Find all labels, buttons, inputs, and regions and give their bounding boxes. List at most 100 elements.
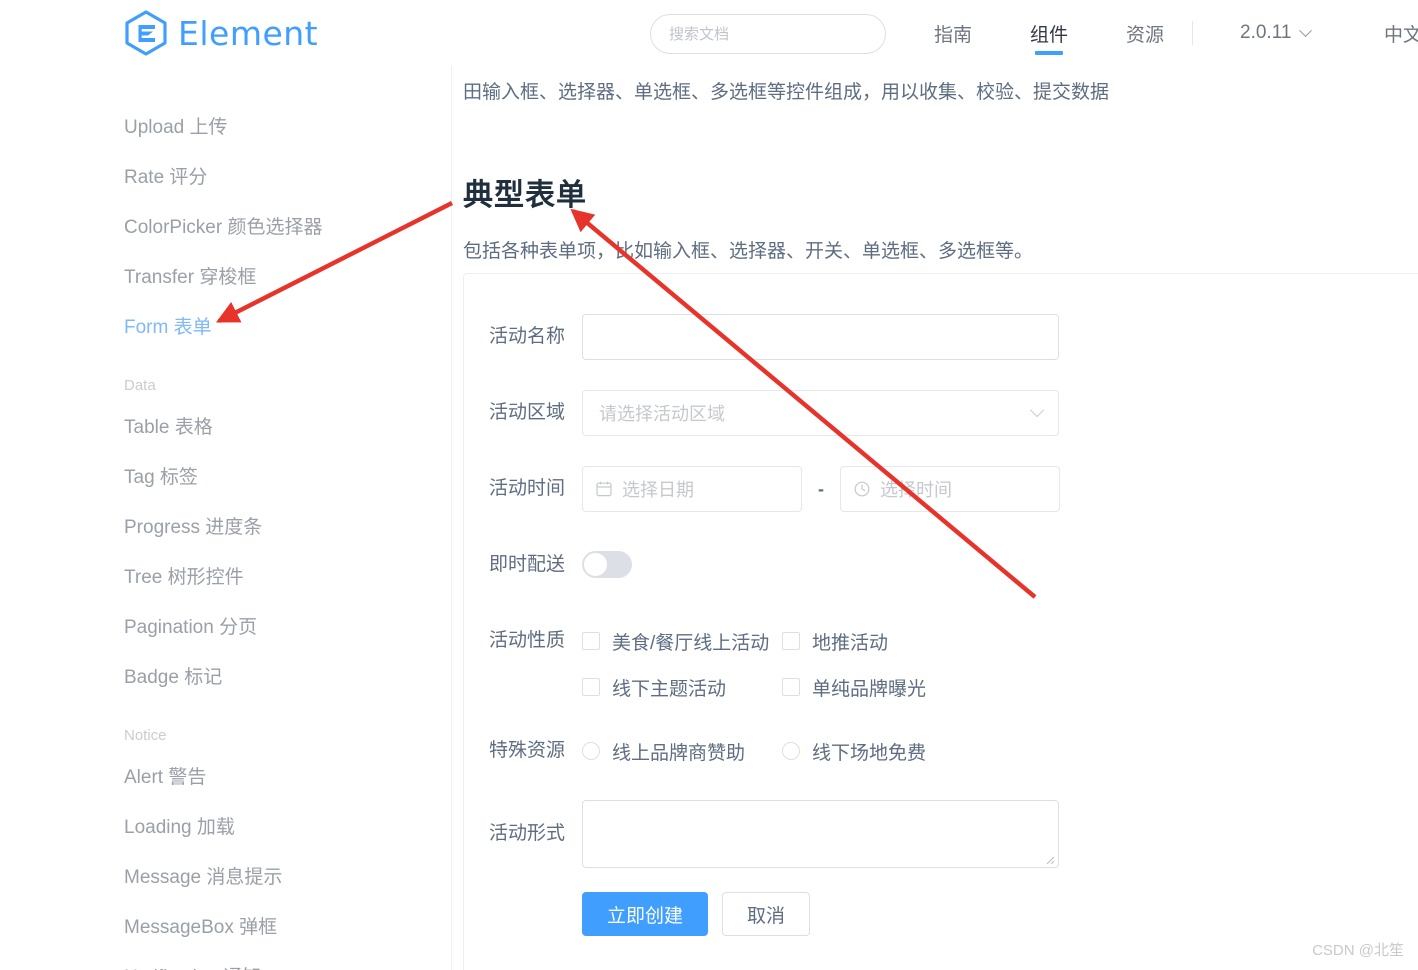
sidebar-item-label: Rate 评分 bbox=[124, 166, 208, 188]
activity-date-placeholder: 选择日期 bbox=[622, 480, 694, 500]
create-button[interactable]: 立即创建 bbox=[582, 892, 709, 936]
cancel-button[interactable]: 取消 bbox=[722, 892, 811, 936]
clock-icon bbox=[854, 481, 870, 497]
activity-time-placeholder: 选择时间 bbox=[880, 480, 952, 500]
sidebar-group-label: Data bbox=[124, 377, 156, 394]
resize-handle-icon[interactable] bbox=[1043, 853, 1055, 865]
activity-date-picker[interactable]: 选择日期 bbox=[582, 466, 802, 512]
sidebar-group-label: Notice bbox=[124, 727, 167, 744]
sidebar-item-tag[interactable]: Tag 标签 bbox=[0, 450, 451, 500]
form-demo-card: 活动名称 活动区域 请选择活动区域 活动时间 选择日期 - 选择时间 即时配送 … bbox=[463, 273, 1418, 970]
checkbox-label: 线下主题活动 bbox=[612, 678, 727, 700]
element-logo[interactable]: Element bbox=[124, 10, 318, 56]
sidebar-item-label: Tree 树形控件 bbox=[124, 566, 244, 588]
sidebar-item-loading[interactable]: Loading 加载 bbox=[0, 800, 451, 850]
checkbox-ground-promo[interactable]: 地推活动 bbox=[782, 628, 982, 655]
form-row-actions: 立即创建 取消 bbox=[464, 892, 1418, 936]
nav-item-components[interactable]: 组件 bbox=[1001, 0, 1097, 66]
sidebar-item-label: MessageBox 弹框 bbox=[124, 916, 278, 938]
section-description: 包括各种表单项，比如输入框、选择器、开关、单选框、多选框等。 bbox=[463, 241, 1034, 262]
checkbox-label: 地推活动 bbox=[812, 632, 889, 654]
form-row-name: 活动名称 bbox=[464, 314, 1418, 360]
checkbox-offline-theme[interactable]: 线下主题活动 bbox=[582, 674, 782, 701]
form-row-desc: 活动形式 bbox=[464, 800, 1418, 868]
form-label-resource: 特殊资源 bbox=[488, 740, 565, 761]
create-button-label: 立即创建 bbox=[607, 905, 684, 927]
sidebar-item-pagination[interactable]: Pagination 分页 bbox=[0, 600, 451, 650]
chevron-down-icon bbox=[1029, 403, 1045, 418]
sidebar-item-messagebox[interactable]: MessageBox 弹框 bbox=[0, 900, 451, 950]
form-label-region: 活动区域 bbox=[488, 402, 565, 423]
sidebar-item-label: Upload 上传 bbox=[124, 116, 228, 138]
sidebar-item-label: Pagination 分页 bbox=[124, 616, 258, 638]
intro-paragraph: 田输入框、选择器、单选框、多选框等控件组成，用以收集、校验、提交数据 bbox=[463, 82, 1110, 103]
checkbox-brand-exposure[interactable]: 单纯品牌曝光 bbox=[782, 674, 982, 701]
sidebar-item-label: Transfer 穿梭框 bbox=[124, 266, 257, 288]
checkbox-food-online[interactable]: 美食/餐厅线上活动 bbox=[582, 628, 782, 655]
sidebar-item-label: Badge 标记 bbox=[124, 666, 223, 688]
checkbox-box-icon bbox=[582, 678, 600, 696]
calendar-icon bbox=[596, 481, 612, 497]
radio-label: 线下场地免费 bbox=[812, 742, 927, 764]
sidebar-item-transfer[interactable]: Transfer 穿梭框 bbox=[0, 250, 451, 300]
form-row-region: 活动区域 请选择活动区域 bbox=[464, 390, 1418, 436]
form-row-delivery: 即时配送 bbox=[464, 542, 1418, 588]
activity-time-picker[interactable]: 选择时间 bbox=[840, 466, 1060, 512]
version-selector[interactable]: 2.0.11 bbox=[1240, 0, 1313, 66]
nav-item-resources[interactable]: 资源 bbox=[1097, 0, 1193, 66]
sidebar-item-label: Notification 通知 bbox=[124, 962, 261, 970]
sidebar-item-progress[interactable]: Progress 进度条 bbox=[0, 500, 451, 550]
form-label-desc: 活动形式 bbox=[488, 823, 565, 844]
version-label: 2.0.11 bbox=[1240, 22, 1292, 43]
form-row-nature: 活动性质 美食/餐厅线上活动 地推活动 线下主题活动 单纯品牌曝光 bbox=[464, 618, 1418, 710]
sidebar-item-label: Message 消息提示 bbox=[124, 866, 283, 888]
sidebar-item-alert[interactable]: Alert 警告 bbox=[0, 750, 451, 800]
form-row-resource: 特殊资源 线上品牌商赞助 线下场地免费 bbox=[464, 728, 1418, 774]
form-label-nature: 活动性质 bbox=[488, 630, 565, 651]
sidebar-item-colorpicker[interactable]: ColorPicker 颜色选择器 bbox=[0, 200, 451, 250]
sidebar-item-table[interactable]: Table 表格 bbox=[0, 400, 451, 450]
activity-region-select[interactable]: 请选择活动区域 bbox=[582, 390, 1059, 436]
range-separator: - bbox=[818, 478, 824, 499]
form-label-time: 活动时间 bbox=[488, 478, 565, 499]
instant-delivery-switch[interactable] bbox=[582, 551, 632, 578]
header-divider bbox=[1192, 21, 1193, 45]
checkbox-box-icon bbox=[782, 632, 800, 650]
radio-online-sponsor[interactable]: 线上品牌商赞助 bbox=[582, 738, 782, 765]
sidebar-item-label: ColorPicker 颜色选择器 bbox=[124, 216, 323, 238]
checkbox-label: 美食/餐厅线上活动 bbox=[612, 632, 770, 654]
site-header: Element 指南 组件 资源 2.0.11 中文 bbox=[0, 0, 1418, 66]
activity-region-placeholder: 请选择活动区域 bbox=[599, 404, 725, 424]
sidebar-item-label: Alert 警告 bbox=[124, 766, 207, 788]
radio-offline-venue[interactable]: 线下场地免费 bbox=[782, 738, 982, 765]
sidebar-item-label: Table 表格 bbox=[124, 416, 213, 438]
logo-wordmark: Element bbox=[178, 13, 319, 53]
nav-item-guide[interactable]: 指南 bbox=[905, 0, 1001, 66]
search-input[interactable] bbox=[667, 24, 869, 44]
sidebar-item-form[interactable]: Form 表单 bbox=[0, 300, 451, 350]
chevron-down-icon bbox=[1299, 23, 1313, 37]
sidebar-item-tree[interactable]: Tree 树形控件 bbox=[0, 550, 451, 600]
form-row-time: 活动时间 选择日期 - 选择时间 bbox=[464, 466, 1418, 512]
sidebar-item-notification[interactable]: Notification 通知 bbox=[0, 950, 451, 970]
search-box[interactable] bbox=[650, 14, 886, 54]
checkbox-box-icon bbox=[782, 678, 800, 696]
sidebar-item-message[interactable]: Message 消息提示 bbox=[0, 850, 451, 900]
activity-name-input[interactable] bbox=[582, 314, 1059, 360]
resource-radio-row: 线上品牌商赞助 线下场地免费 bbox=[582, 728, 1418, 774]
language-label: 中文 bbox=[1384, 24, 1418, 46]
csdn-watermark: CSDN @北笙 bbox=[1312, 942, 1404, 959]
activity-form-textarea[interactable] bbox=[582, 800, 1059, 868]
main-content: 田输入框、选择器、单选框、多选框等控件组成，用以收集、校验、提交数据 典型表单 … bbox=[452, 66, 1418, 970]
sidebar-nav: Upload 上传 Rate 评分 ColorPicker 颜色选择器 Tran… bbox=[0, 66, 451, 970]
sidebar-item-rate[interactable]: Rate 评分 bbox=[0, 150, 451, 200]
element-hexagon-logo-icon bbox=[125, 10, 167, 56]
language-selector[interactable]: 中文 bbox=[1384, 0, 1418, 66]
sidebar-item-label: Progress 进度条 bbox=[124, 516, 263, 538]
checkbox-box-icon bbox=[582, 632, 600, 650]
sidebar-item-badge[interactable]: Badge 标记 bbox=[0, 650, 451, 700]
radio-label: 线上品牌商赞助 bbox=[612, 742, 746, 764]
nav-item-resources-label: 资源 bbox=[1126, 24, 1165, 46]
radio-circle-icon bbox=[782, 742, 800, 760]
sidebar-item-upload[interactable]: Upload 上传 bbox=[0, 100, 451, 150]
